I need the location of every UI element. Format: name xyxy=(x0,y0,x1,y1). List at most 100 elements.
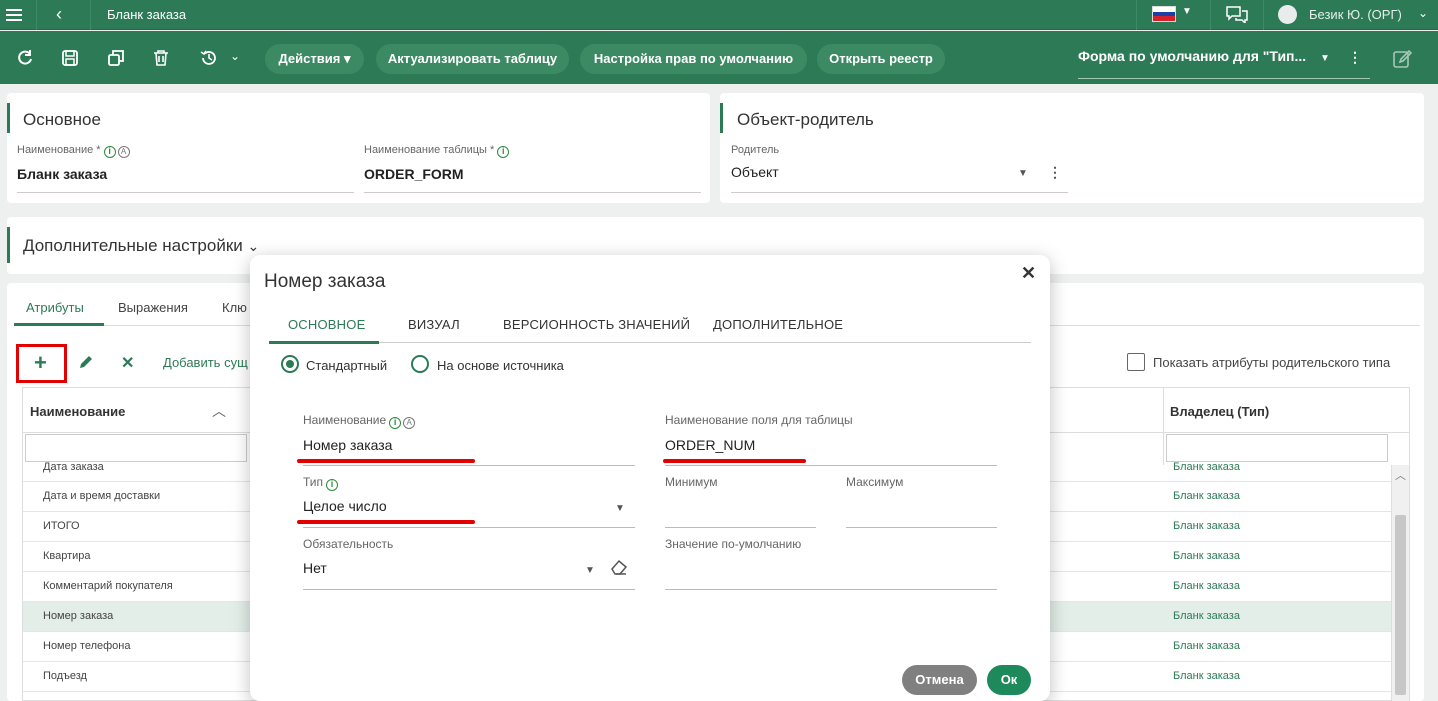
user-name[interactable]: Безик Ю. (ОРГ) xyxy=(1309,7,1402,22)
vertical-scrollbar[interactable]: ︿ xyxy=(1391,465,1409,701)
back-arrow-icon[interactable]: ‹ xyxy=(56,4,62,24)
chevron-down-icon[interactable]: ▼ xyxy=(615,503,625,514)
row-name: Номер телефона xyxy=(43,640,131,652)
tabs-divider xyxy=(269,342,1031,343)
row-owner[interactable]: Бланк заказа xyxy=(1173,610,1240,622)
divider xyxy=(36,0,37,30)
name-field-line xyxy=(17,192,354,193)
refresh-icon[interactable] xyxy=(16,49,34,67)
type-value[interactable]: Целое число xyxy=(303,498,387,514)
tab-basic[interactable]: ОСНОВНОЕ xyxy=(288,317,365,332)
title-bar: ‹ Бланк заказа ▼ Безик Ю. (ОРГ) ⌄ xyxy=(0,0,1438,30)
section-accent xyxy=(7,103,10,133)
chevron-down-icon[interactable]: ⌄ xyxy=(230,49,240,63)
max-input[interactable] xyxy=(846,527,997,528)
avatar[interactable] xyxy=(1278,5,1297,24)
edit-icon[interactable] xyxy=(1392,49,1412,69)
active-tab-indicator xyxy=(14,323,104,326)
copy-icon[interactable] xyxy=(107,49,125,67)
column-header-owner[interactable]: Владелец (Тип) xyxy=(1170,404,1269,419)
chevron-down-icon[interactable]: ▼ xyxy=(1182,6,1192,17)
row-owner[interactable]: Бланк заказа xyxy=(1173,640,1240,652)
translate-icon[interactable]: A xyxy=(117,146,130,158)
cancel-button[interactable]: Отмена xyxy=(902,665,977,695)
chevron-down-icon: ⌄ xyxy=(247,238,260,254)
row-name: Дата и время доставки xyxy=(43,490,161,502)
save-icon[interactable] xyxy=(61,49,79,67)
refresh-table-button[interactable]: Актуализировать таблицу xyxy=(376,44,569,74)
parent-title: Объект-родитель xyxy=(737,110,874,129)
scrollbar-thumb[interactable] xyxy=(1395,515,1406,695)
info-icon[interactable]: i xyxy=(103,146,116,158)
row-owner[interactable]: Бланк заказа xyxy=(1173,490,1240,502)
open-registry-button[interactable]: Открыть реестр xyxy=(817,44,945,74)
info-icon[interactable]: i xyxy=(389,417,402,429)
chevron-up-icon[interactable]: ︿ xyxy=(1395,467,1406,483)
required-value[interactable]: Нет xyxy=(303,560,327,576)
add-entity-link[interactable]: Добавить сущ xyxy=(163,355,248,370)
menu-icon[interactable] xyxy=(6,6,22,22)
history-icon[interactable] xyxy=(200,49,218,67)
radio-source[interactable] xyxy=(411,355,429,373)
radio-standard[interactable] xyxy=(281,355,299,373)
form-selector[interactable]: Форма по умолчанию для "Тип... ▼ ⋮ xyxy=(1078,47,1370,79)
divider xyxy=(1263,0,1264,30)
show-parent-label: Показать атрибуты родительского типа xyxy=(1153,355,1391,370)
show-parent-checkbox[interactable] xyxy=(1127,353,1145,371)
default-rights-button[interactable]: Настройка прав по умолчанию xyxy=(580,44,807,74)
more-vertical-icon[interactable]: ⋮ xyxy=(1048,164,1062,181)
tab-expressions[interactable]: Выражения xyxy=(118,300,188,315)
radio-standard-label[interactable]: Стандартный xyxy=(306,358,387,373)
section-accent xyxy=(720,103,723,133)
tab-keys[interactable]: Клю xyxy=(222,300,247,315)
row-owner[interactable]: Бланк заказа xyxy=(1173,670,1240,682)
toolbar: ⌄ Действия ▾ Актуализировать таблицу Нас… xyxy=(0,31,1438,84)
extra-settings-title[interactable]: Дополнительные настройки ⌄ xyxy=(23,236,259,256)
active-tab-indicator xyxy=(269,341,379,344)
chevron-down-icon[interactable]: ⌄ xyxy=(1418,6,1428,20)
close-icon[interactable]: ✕ xyxy=(121,353,134,373)
add-icon[interactable]: + xyxy=(34,350,47,376)
min-input[interactable] xyxy=(665,527,816,528)
chevron-down-icon[interactable]: ▼ xyxy=(585,565,595,576)
ok-button[interactable]: Ок xyxy=(987,665,1031,695)
info-icon[interactable]: i xyxy=(497,146,510,158)
delete-icon[interactable] xyxy=(152,49,170,67)
tab-visual[interactable]: ВИЗУАЛ xyxy=(408,317,460,332)
section-accent xyxy=(7,227,10,263)
tab-additional[interactable]: ДОПОЛНИТЕЛЬНОЕ xyxy=(713,317,843,332)
sort-up-icon[interactable]: ︿ xyxy=(212,401,226,421)
chat-icon[interactable] xyxy=(1226,6,1248,23)
name-value[interactable]: Бланк заказа xyxy=(17,166,107,182)
field-name-value[interactable]: ORDER_NUM xyxy=(665,437,755,453)
row-owner[interactable]: Бланк заказа xyxy=(1173,461,1240,473)
column-header-name[interactable]: Наименование xyxy=(30,404,125,419)
row-name: Дата заказа xyxy=(43,461,104,473)
row-owner[interactable]: Бланк заказа xyxy=(1173,520,1240,532)
annotation-underline xyxy=(663,459,806,463)
radio-source-label[interactable]: На основе источника xyxy=(437,358,564,373)
pencil-icon[interactable] xyxy=(78,354,94,370)
default-input[interactable] xyxy=(665,589,997,590)
row-name: ИТОГО xyxy=(43,520,80,532)
modal-name-line xyxy=(303,465,635,466)
actions-button[interactable]: Действия ▾ xyxy=(265,44,364,74)
eraser-icon[interactable] xyxy=(610,558,628,576)
chevron-down-icon[interactable]: ▼ xyxy=(1018,168,1028,179)
required-line xyxy=(303,589,635,590)
tab-versioning[interactable]: ВЕРСИОННОСТЬ ЗНАЧЕНИЙ xyxy=(503,317,690,332)
table-name-label-text: Наименование таблицы * xyxy=(364,144,495,156)
annotation-underline xyxy=(297,520,475,524)
tab-attributes[interactable]: Атрибуты xyxy=(26,300,84,315)
translate-icon[interactable]: A xyxy=(403,417,416,429)
table-name-value[interactable]: ORDER_FORM xyxy=(364,166,464,182)
close-icon[interactable]: ✕ xyxy=(1021,263,1036,284)
more-vertical-icon[interactable]: ⋮ xyxy=(1348,49,1362,66)
language-flag-icon[interactable] xyxy=(1152,6,1176,22)
info-icon[interactable]: i xyxy=(326,479,339,491)
row-owner[interactable]: Бланк заказа xyxy=(1173,550,1240,562)
row-owner[interactable]: Бланк заказа xyxy=(1173,580,1240,592)
attribute-dialog: Номер заказа ✕ ОСНОВНОЕ ВИЗУАЛ ВЕРСИОННО… xyxy=(250,255,1050,701)
modal-name-value[interactable]: Номер заказа xyxy=(303,437,392,453)
parent-value[interactable]: Объект xyxy=(731,164,779,180)
